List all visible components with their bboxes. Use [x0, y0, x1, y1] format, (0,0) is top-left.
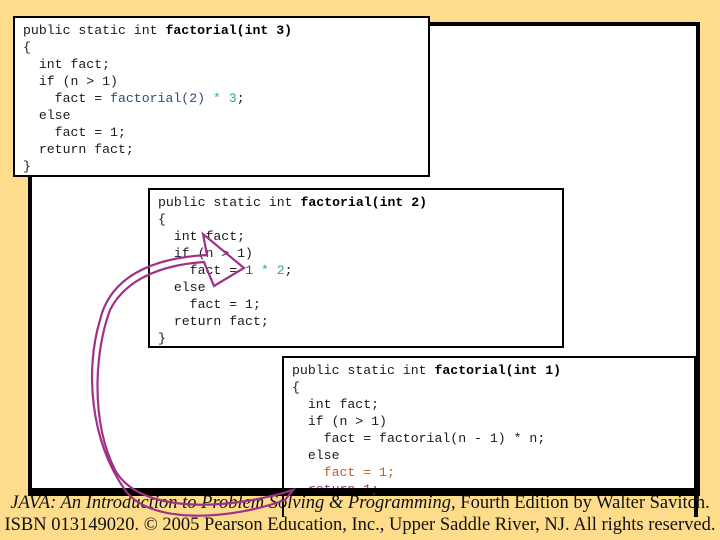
code-line: fact = factorial(n - 1) * n;	[292, 431, 546, 446]
code-line: fact = 1;	[158, 297, 261, 312]
book-caption-copyright: ISBN 013149020. © 2005 Pearson Education…	[4, 515, 716, 535]
code-line: {	[158, 212, 166, 227]
code-line: }	[158, 331, 166, 346]
call-frame-factorial-3: public static int factorial(int 3) { int …	[13, 16, 430, 177]
book-caption-title: JAVA: An Introduction to Problem Solving…	[10, 493, 710, 513]
code-line-base-case: fact = 1;	[292, 465, 395, 480]
code-line: if (n > 1)	[292, 414, 387, 429]
code-line: int fact;	[158, 229, 246, 244]
code-block: public static int factorial(int 3) { int …	[23, 22, 292, 175]
code-line: else	[23, 108, 71, 123]
code-line: return fact;	[23, 142, 134, 157]
code-line: }	[23, 159, 31, 174]
code-line: if (n > 1)	[23, 74, 118, 89]
code-line: int fact;	[23, 57, 111, 72]
code-line: else	[158, 280, 206, 295]
method-signature: public static int factorial(int 1)	[292, 363, 562, 378]
code-line: fact = 1;	[23, 125, 126, 140]
call-frame-factorial-2: public static int factorial(int 2) { int …	[148, 188, 564, 348]
method-signature: public static int factorial(int 2)	[158, 195, 428, 210]
method-signature: public static int factorial(int 3)	[23, 23, 293, 38]
code-line: else	[292, 448, 340, 463]
code-line-returned-value: fact = 1 * 2;	[158, 263, 293, 278]
code-line: if (n > 1)	[158, 246, 253, 261]
code-line: int fact;	[292, 397, 380, 412]
code-block: public static int factorial(int 2) { int …	[158, 194, 427, 347]
code-line: {	[23, 40, 31, 55]
code-line: return fact;	[158, 314, 269, 329]
recursive-call-text: factorial(2)	[110, 91, 206, 106]
code-line-recursive-call: fact = factorial(2) * 3;	[23, 91, 245, 106]
code-line: {	[292, 380, 300, 395]
code-block: public static int factorial(int 1) { int …	[292, 362, 561, 498]
returned-value-text: 1	[245, 263, 253, 278]
